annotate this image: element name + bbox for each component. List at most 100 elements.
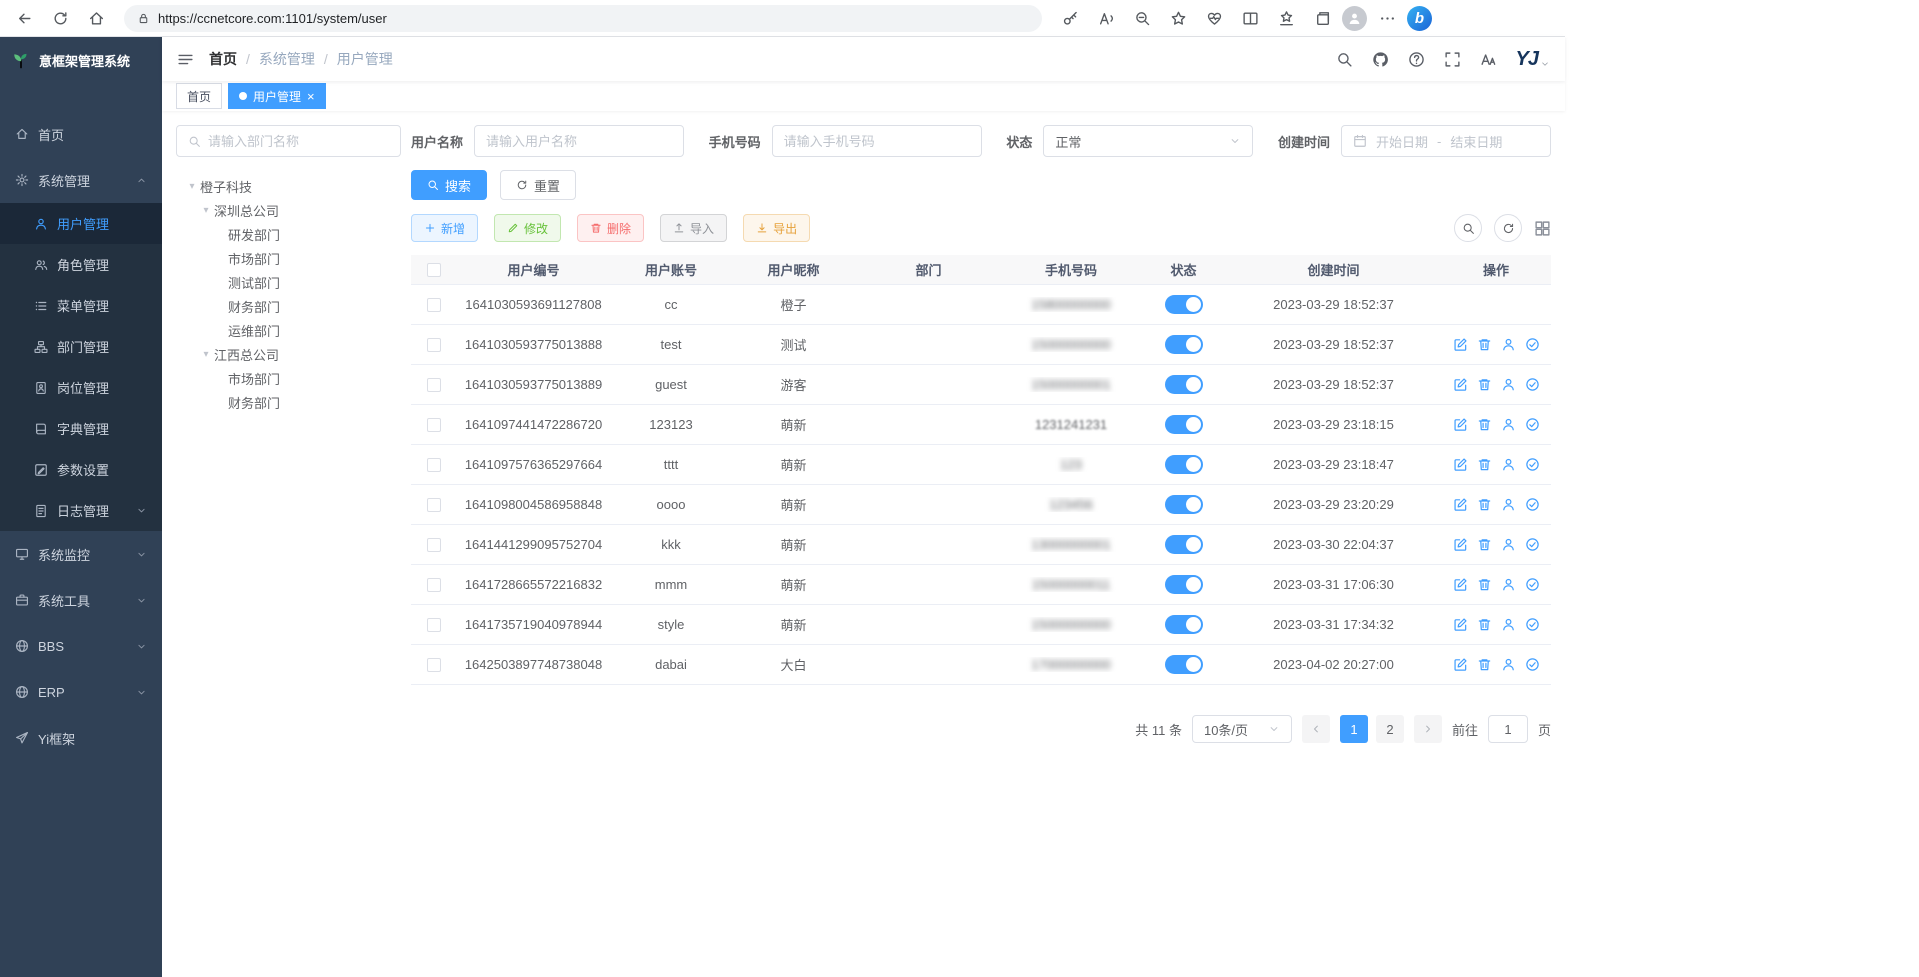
tree-node[interactable]: ▾江西总公司: [176, 342, 401, 366]
export-button[interactable]: 导出: [743, 214, 810, 242]
assign-role-row-button[interactable]: [1525, 497, 1540, 512]
delete-row-button[interactable]: [1477, 337, 1492, 352]
search-button[interactable]: 搜索: [411, 170, 487, 200]
tree-node[interactable]: 市场部门: [176, 366, 401, 390]
edit-row-button[interactable]: [1453, 497, 1468, 512]
back-button[interactable]: [8, 3, 40, 33]
reset-password-row-button[interactable]: [1501, 417, 1516, 432]
user-avatar[interactable]: YJ: [1516, 48, 1550, 71]
sidebar-item-erp[interactable]: ERP: [0, 669, 162, 715]
assign-role-row-button[interactable]: [1525, 617, 1540, 632]
import-button[interactable]: 导入: [660, 214, 727, 242]
reset-password-row-button[interactable]: [1501, 657, 1516, 672]
refresh-button[interactable]: [44, 3, 76, 33]
prev-page-button[interactable]: [1302, 715, 1330, 743]
reset-password-row-button[interactable]: [1501, 337, 1516, 352]
tab-用户管理[interactable]: 用户管理×: [228, 83, 326, 109]
page-button-2[interactable]: 2: [1376, 715, 1404, 743]
profile-avatar[interactable]: [1342, 6, 1367, 31]
reset-password-row-button[interactable]: [1501, 617, 1516, 632]
browser-essentials-icon[interactable]: [1198, 3, 1230, 33]
page-button-1[interactable]: 1: [1340, 715, 1368, 743]
assign-role-row-button[interactable]: [1525, 377, 1540, 392]
assign-role-row-button[interactable]: [1525, 337, 1540, 352]
tree-node[interactable]: 财务部门: [176, 294, 401, 318]
edit-row-button[interactable]: [1453, 617, 1468, 632]
sidebar-item-bbs[interactable]: BBS: [0, 623, 162, 669]
status-toggle[interactable]: [1165, 295, 1203, 314]
more-menu-icon[interactable]: [1371, 3, 1403, 33]
password-key-icon[interactable]: [1054, 3, 1086, 33]
split-screen-icon[interactable]: [1234, 3, 1266, 33]
font-size-icon[interactable]: [1480, 51, 1497, 68]
search-icon[interactable]: [1336, 51, 1353, 68]
collections-icon[interactable]: [1306, 3, 1338, 33]
bing-copilot-icon[interactable]: b: [1407, 6, 1432, 31]
row-checkbox[interactable]: [427, 338, 441, 352]
edit-button[interactable]: 修改: [494, 214, 561, 242]
tree-node[interactable]: 财务部门: [176, 390, 401, 414]
sidebar-item-dict-management[interactable]: 字典管理: [0, 408, 162, 449]
sidebar-item-param-settings[interactable]: 参数设置: [0, 449, 162, 490]
zoom-icon[interactable]: [1126, 3, 1158, 33]
row-checkbox[interactable]: [427, 618, 441, 632]
github-icon[interactable]: [1372, 51, 1389, 68]
delete-row-button[interactable]: [1477, 377, 1492, 392]
help-icon[interactable]: [1408, 51, 1425, 68]
status-toggle[interactable]: [1165, 335, 1203, 354]
row-checkbox[interactable]: [427, 578, 441, 592]
date-range-picker[interactable]: 开始日期 - 结束日期: [1341, 125, 1551, 157]
tab-close-icon[interactable]: ×: [307, 90, 315, 103]
goto-page-input[interactable]: [1488, 715, 1528, 743]
row-checkbox[interactable]: [427, 458, 441, 472]
delete-row-button[interactable]: [1477, 457, 1492, 472]
status-toggle[interactable]: [1165, 455, 1203, 474]
favorites-bar-icon[interactable]: [1270, 3, 1302, 33]
sidebar-item-yi-framework[interactable]: Yi框架: [0, 715, 162, 761]
fullscreen-icon[interactable]: [1444, 51, 1461, 68]
sidebar-item-log-management[interactable]: 日志管理: [0, 490, 162, 531]
tree-node[interactable]: ▾橙子科技: [176, 174, 401, 198]
row-checkbox[interactable]: [427, 418, 441, 432]
delete-row-button[interactable]: [1477, 537, 1492, 552]
assign-role-row-button[interactable]: [1525, 417, 1540, 432]
tree-node[interactable]: 研发部门: [176, 222, 401, 246]
dept-search-box[interactable]: [176, 125, 401, 157]
status-toggle[interactable]: [1165, 575, 1203, 594]
read-aloud-icon[interactable]: [1090, 3, 1122, 33]
sidebar-item-post-management[interactable]: 岗位管理: [0, 367, 162, 408]
sidebar-item-system-monitor[interactable]: 系统监控: [0, 531, 162, 577]
edit-row-button[interactable]: [1453, 417, 1468, 432]
tree-node[interactable]: 运维部门: [176, 318, 401, 342]
status-toggle[interactable]: [1165, 495, 1203, 514]
username-input[interactable]: [486, 134, 672, 149]
tree-node[interactable]: 市场部门: [176, 246, 401, 270]
edit-row-button[interactable]: [1453, 577, 1468, 592]
favorites-star-icon[interactable]: [1162, 3, 1194, 33]
tree-node[interactable]: ▾深圳总公司: [176, 198, 401, 222]
home-button[interactable]: [80, 3, 112, 33]
row-checkbox[interactable]: [427, 538, 441, 552]
delete-row-button[interactable]: [1477, 417, 1492, 432]
sidebar-item-user-management[interactable]: 用户管理: [0, 203, 162, 244]
tree-node[interactable]: 测试部门: [176, 270, 401, 294]
assign-role-row-button[interactable]: [1525, 657, 1540, 672]
delete-row-button[interactable]: [1477, 657, 1492, 672]
breadcrumb-system[interactable]: 系统管理: [259, 49, 315, 69]
row-checkbox[interactable]: [427, 378, 441, 392]
toggle-search-button[interactable]: [1454, 214, 1482, 242]
delete-row-button[interactable]: [1477, 617, 1492, 632]
status-toggle[interactable]: [1165, 535, 1203, 554]
edit-row-button[interactable]: [1453, 537, 1468, 552]
url-text[interactable]: https://ccnetcore.com:1101/system/user: [158, 11, 387, 26]
next-page-button[interactable]: [1414, 715, 1442, 743]
sidebar-item-role-management[interactable]: 角色管理: [0, 244, 162, 285]
edit-row-button[interactable]: [1453, 377, 1468, 392]
collapse-sidebar-button[interactable]: [177, 51, 194, 68]
address-bar[interactable]: https://ccnetcore.com:1101/system/user: [124, 5, 1042, 32]
reset-button[interactable]: 重置: [500, 170, 576, 200]
assign-role-row-button[interactable]: [1525, 457, 1540, 472]
assign-role-row-button[interactable]: [1525, 577, 1540, 592]
row-checkbox[interactable]: [427, 498, 441, 512]
sidebar-item-system-tools[interactable]: 系统工具: [0, 577, 162, 623]
